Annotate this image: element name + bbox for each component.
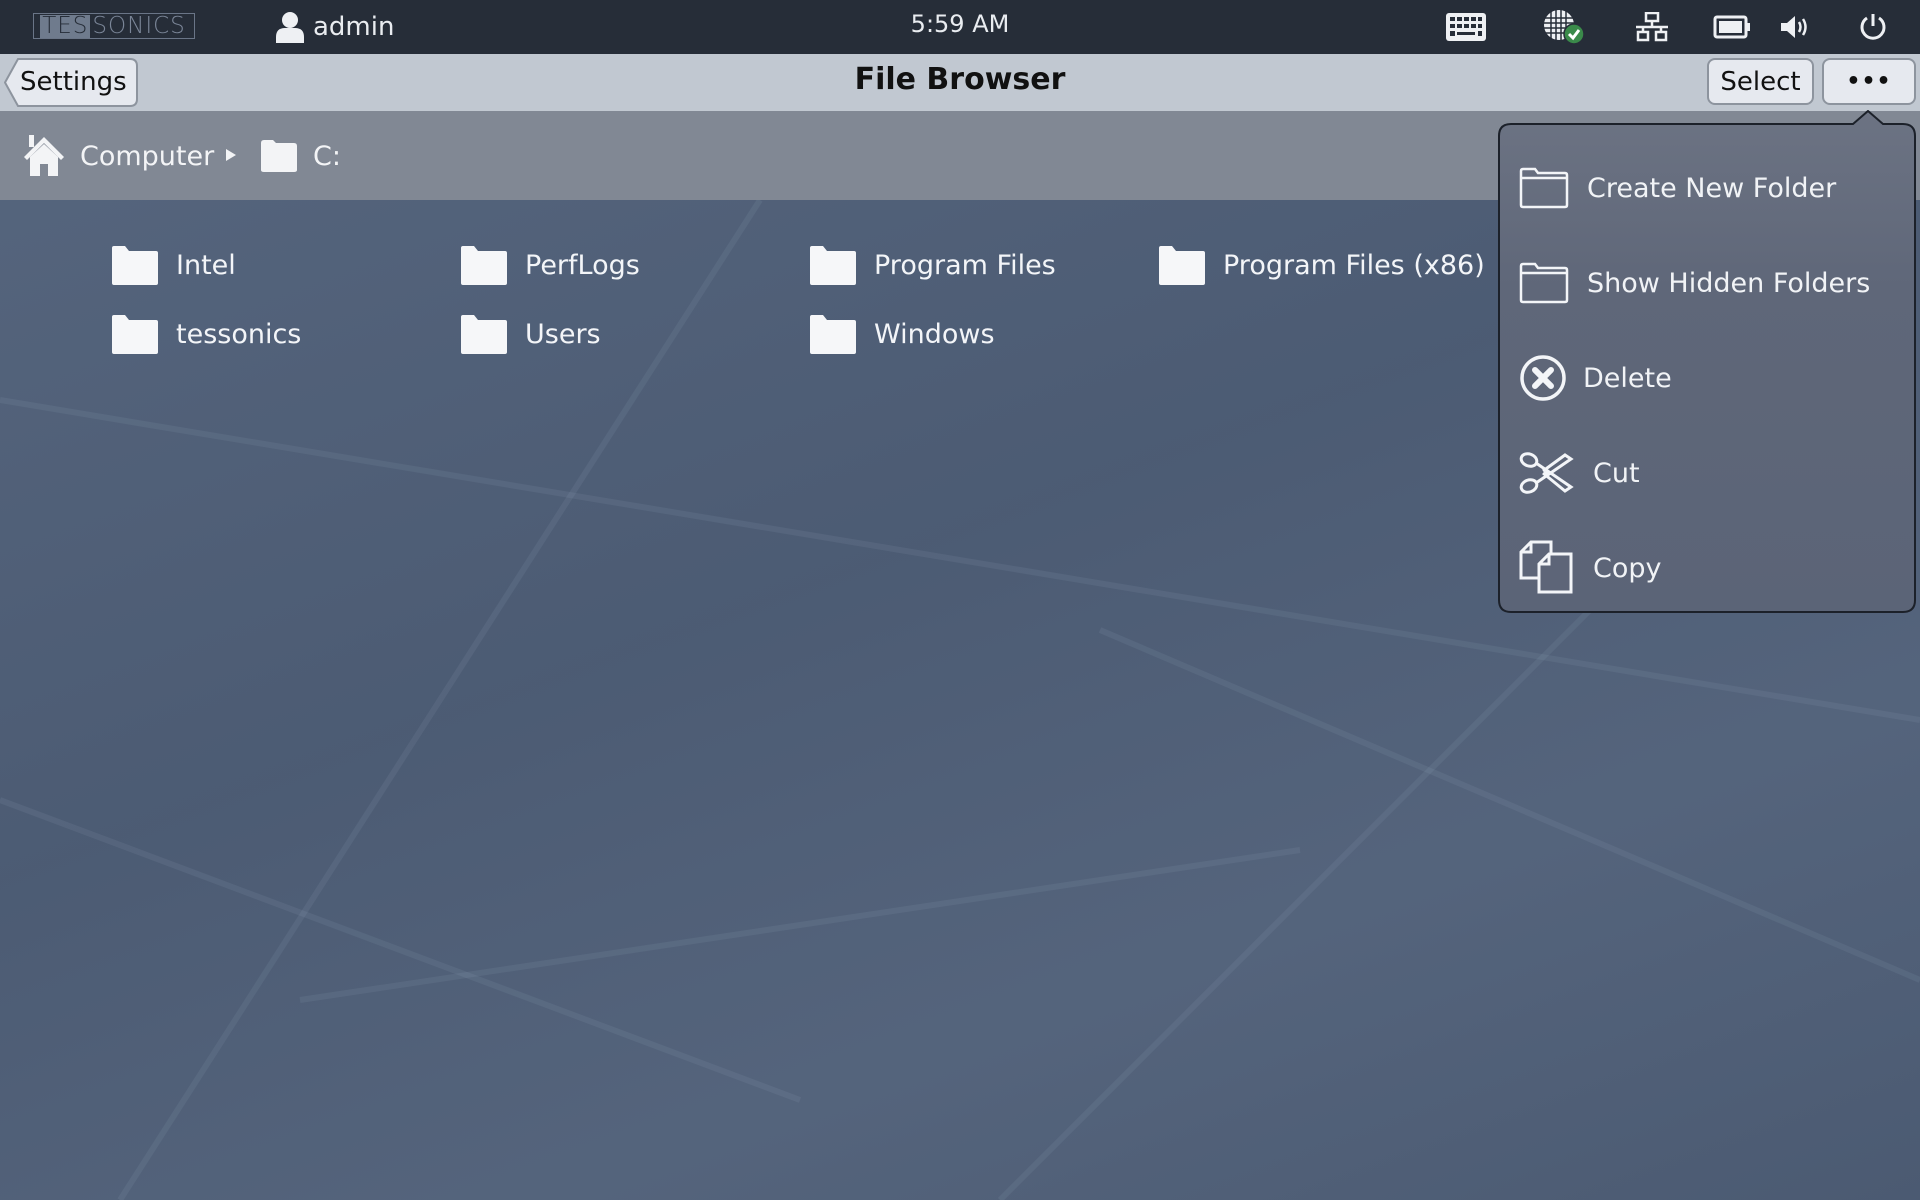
globe-connected-icon [1544,10,1585,45]
folder-icon [261,140,297,172]
power-button[interactable] [1856,9,1890,45]
folder-name: Windows [874,318,995,350]
title-bar: Settings File Browser Select ••• [0,54,1920,111]
folder-item[interactable]: Program Files (x86) [1158,243,1485,287]
menu-item-create-new-folder[interactable]: Create New Folder [1519,158,1899,218]
user-account[interactable]: admin [275,10,394,44]
menu-item-label: Copy [1593,552,1662,584]
menu-item-cut[interactable]: Cut [1519,443,1899,503]
folder-name: Program Files (x86) [1223,249,1485,281]
volume-icon [1781,16,1807,38]
network-icon [1636,12,1668,42]
copy-icon [1519,540,1573,594]
home-icon [24,135,64,176]
folder-icon [461,315,507,354]
folder-item[interactable]: Program Files [809,243,1056,287]
folder-name: Intel [176,249,236,281]
folder-name: Users [525,318,601,350]
volume-button[interactable] [1778,9,1812,45]
username: admin [313,12,395,42]
select-button[interactable]: Select [1707,58,1814,105]
keyboard-button[interactable] [1444,9,1488,45]
menu-item-show-hidden-folders[interactable]: Show Hidden Folders [1519,253,1899,313]
user-icon [276,12,304,43]
folder-item[interactable]: Users [460,312,601,356]
breadcrumb-item-c-drive[interactable]: C: [259,131,341,181]
folder-name: tessonics [176,318,302,350]
menu-item-label: Cut [1593,457,1640,489]
folder-item[interactable]: tessonics [111,312,301,356]
folder-outline-icon [1519,262,1569,304]
folder-item[interactable]: Intel [111,243,236,287]
chevron-right-icon [226,149,236,161]
menu-item-label: Delete [1583,362,1672,394]
battery-icon [1713,15,1750,39]
settings-back-button[interactable]: Settings [4,58,138,107]
menu-item-delete[interactable]: Delete [1519,348,1899,408]
more-options-button[interactable]: ••• [1822,58,1916,105]
folder-outline-icon [1519,167,1569,209]
menu-item-label: Show Hidden Folders [1587,267,1871,299]
folder-icon [112,246,158,285]
folder-icon [112,315,158,354]
folder-name: PerfLogs [525,249,640,281]
folder-icon [810,315,856,354]
menu-item-label: Create New Folder [1587,172,1837,204]
folder-name: Program Files [874,249,1056,281]
network-button[interactable] [1634,9,1670,45]
tessonics-logo: TES SONICS [33,13,195,39]
menu-item-copy[interactable]: Copy [1519,538,1899,598]
clock: 5:59 AM [910,10,1010,38]
select-label: Select [1720,66,1801,97]
folder-icon [461,246,507,285]
power-icon [1860,14,1886,40]
breadcrumb-label-computer: Computer [80,140,215,172]
breadcrumb-label-c-drive: C: [313,140,341,172]
folder-item[interactable]: PerfLogs [460,243,640,287]
breadcrumb-item-computer[interactable]: Computer [22,131,214,181]
folder-icon [1159,246,1205,285]
more-options-menu: Create New Folder Show Hidden Folders De… [1497,110,1917,614]
settings-back-label: Settings [20,67,127,97]
battery-button[interactable] [1712,9,1752,45]
language-button[interactable] [1540,9,1588,45]
folder-icon [810,246,856,285]
delete-circle-icon [1520,355,1566,401]
keyboard-icon [1446,13,1486,41]
system-bar: TES SONICS admin 5:59 AM [0,0,1920,54]
folder-item[interactable]: Windows [809,312,995,356]
more-options-icon: ••• [1846,69,1892,94]
scissors-icon [1519,452,1574,494]
page-title: File Browser [854,62,1066,97]
